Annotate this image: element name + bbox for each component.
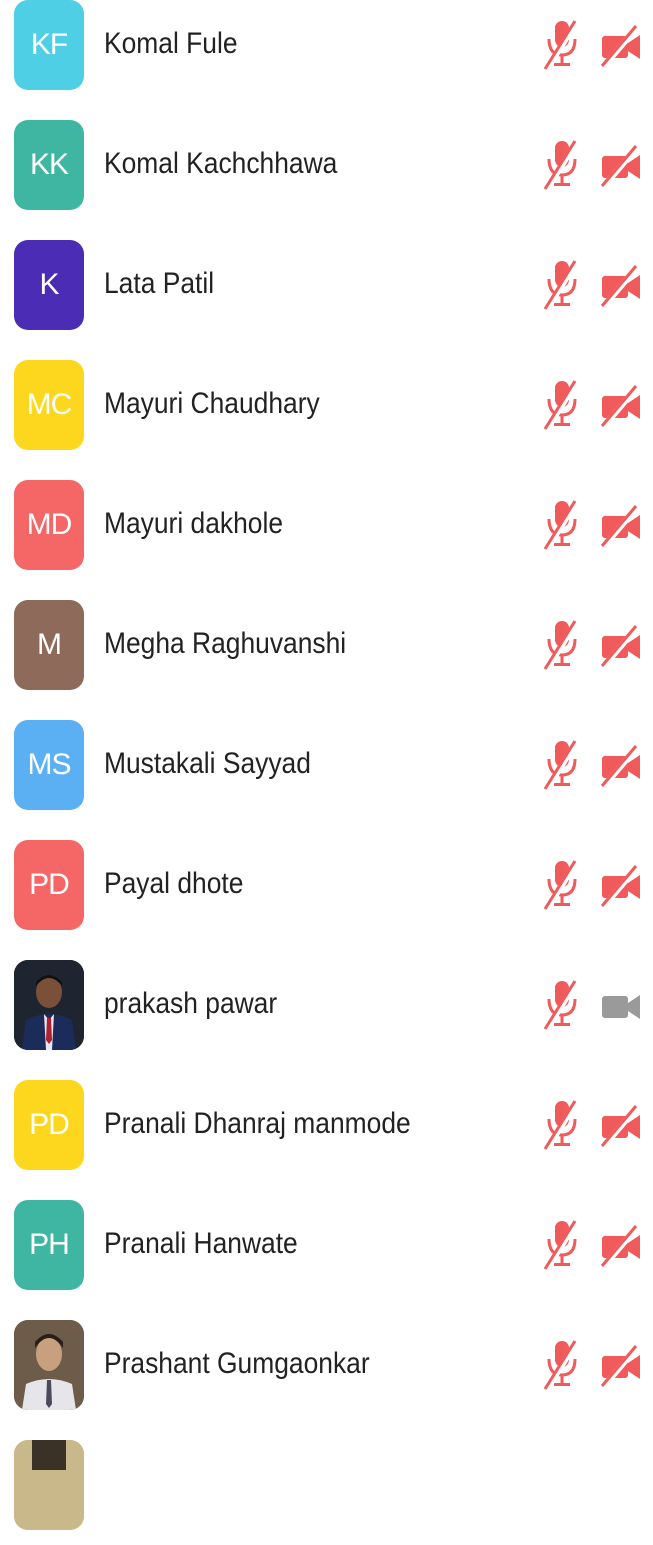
microphone-muted-icon[interactable] xyxy=(541,739,583,791)
participant-name: Mayuri dakhole xyxy=(104,507,284,540)
participant-name: prakash pawar xyxy=(104,987,278,1020)
participant-row[interactable]: KK Komal Kachchhawa xyxy=(0,105,653,225)
video-camera-icon[interactable] xyxy=(598,984,644,1028)
microphone-muted-icon[interactable] xyxy=(541,859,583,911)
avatar-initials: MD xyxy=(26,508,73,541)
video-off-icon[interactable] xyxy=(598,24,644,68)
microphone-muted-icon[interactable] xyxy=(541,1339,583,1391)
participant-row[interactable]: KF Komal Fule xyxy=(0,0,653,105)
participant-row[interactable]: PH Pranali Hanwate xyxy=(0,1185,653,1305)
participant-row[interactable]: MD Mayuri dakhole xyxy=(0,465,653,585)
microphone-muted-icon[interactable] xyxy=(541,979,583,1031)
avatar: KK xyxy=(14,120,84,210)
avatar xyxy=(14,1440,84,1530)
participant-row[interactable]: MS Mustakali Sayyad xyxy=(0,705,653,825)
participant-row[interactable]: PD Payal dhote xyxy=(0,825,653,945)
participant-row[interactable]: Prashant Gumgaonkar xyxy=(0,1305,653,1425)
video-off-icon[interactable] xyxy=(598,264,644,308)
participant-name: Prashant Gumgaonkar xyxy=(104,1347,370,1380)
avatar: PD xyxy=(14,1080,84,1170)
microphone-muted-icon[interactable] xyxy=(541,619,583,671)
participant-name: Mayuri Chaudhary xyxy=(104,387,320,420)
avatar-initials: PH xyxy=(29,1228,70,1261)
video-off-icon[interactable] xyxy=(598,1224,644,1268)
avatar-initials: PD xyxy=(29,868,70,901)
avatar: KF xyxy=(14,0,84,90)
participant-row[interactable]: K Lata Patil xyxy=(0,225,653,345)
microphone-muted-icon[interactable] xyxy=(541,19,583,71)
participant-name: Pranali Hanwate xyxy=(104,1227,298,1260)
participant-row[interactable]: PD Pranali Dhanraj manmode xyxy=(0,1065,653,1185)
avatar: MS xyxy=(14,720,84,810)
avatar: MC xyxy=(14,360,84,450)
participant-row[interactable]: MC Mayuri Chaudhary xyxy=(0,345,653,465)
participant-name: Payal dhote xyxy=(104,867,244,900)
participant-name: Komal Fule xyxy=(104,27,238,60)
participant-row[interactable] xyxy=(0,1425,653,1545)
avatar: PH xyxy=(14,1200,84,1290)
participant-name: Komal Kachchhawa xyxy=(104,147,338,180)
participant-name: Pranali Dhanraj manmode xyxy=(104,1107,411,1140)
video-off-icon[interactable] xyxy=(598,624,644,668)
avatar-initials: K xyxy=(39,268,59,301)
participant-row[interactable]: M Megha Raghuvanshi xyxy=(0,585,653,705)
microphone-muted-icon[interactable] xyxy=(541,139,583,191)
video-off-icon[interactable] xyxy=(598,864,644,908)
avatar-initials: MC xyxy=(26,388,73,421)
video-off-icon[interactable] xyxy=(598,1344,644,1388)
video-off-icon[interactable] xyxy=(598,1104,644,1148)
microphone-muted-icon[interactable] xyxy=(541,379,583,431)
avatar-initials: MS xyxy=(27,748,72,781)
participant-list: KF Komal Fule KK Komal Kachchhawa K Lata Pa… xyxy=(0,0,653,1530)
avatar: MD xyxy=(14,480,84,570)
avatar-initials: PD xyxy=(29,1108,70,1141)
video-off-icon[interactable] xyxy=(598,384,644,428)
avatar xyxy=(14,960,84,1050)
microphone-muted-icon[interactable] xyxy=(541,259,583,311)
avatar: PD xyxy=(14,840,84,930)
video-off-icon[interactable] xyxy=(598,144,644,188)
avatar-initials: M xyxy=(37,628,62,661)
participant-name: Lata Patil xyxy=(104,267,215,300)
avatar-initials: KF xyxy=(30,28,68,61)
microphone-muted-icon[interactable] xyxy=(541,499,583,551)
avatar: M xyxy=(14,600,84,690)
participant-name: Megha Raghuvanshi xyxy=(104,627,347,660)
participant-name: Mustakali Sayyad xyxy=(104,747,311,780)
video-off-icon[interactable] xyxy=(598,504,644,548)
participant-row[interactable]: prakash pawar xyxy=(0,945,653,1065)
microphone-muted-icon[interactable] xyxy=(541,1219,583,1271)
microphone-muted-icon[interactable] xyxy=(541,1099,583,1151)
avatar: K xyxy=(14,240,84,330)
avatar-initials: KK xyxy=(29,148,69,181)
avatar xyxy=(14,1320,84,1410)
video-off-icon[interactable] xyxy=(598,744,644,788)
